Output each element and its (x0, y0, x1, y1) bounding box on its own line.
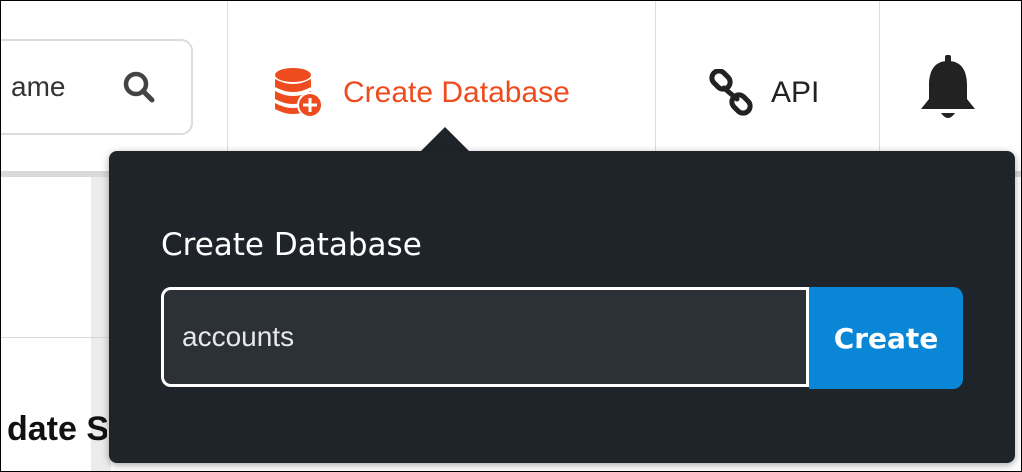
popover-arrow (419, 127, 471, 153)
nav-divider (655, 1, 656, 171)
api-nav-button[interactable]: API (707, 65, 819, 121)
nav-divider (879, 1, 880, 171)
create-database-popover: Create Database Create (109, 151, 1015, 463)
database-plus-icon (275, 68, 323, 118)
app-window: ame Create Database API date S Create Da… (0, 0, 1022, 472)
search-icon[interactable] (121, 69, 157, 105)
create-database-nav-button[interactable]: Create Database (269, 63, 570, 123)
search-input-value[interactable]: ame (11, 69, 65, 105)
link-icon (709, 69, 753, 116)
top-navigation-bar: ame Create Database API (1, 1, 1021, 171)
background-divider (1, 337, 111, 338)
nav-divider (227, 1, 228, 171)
bell-icon[interactable] (917, 53, 979, 125)
database-name-input[interactable] (161, 287, 809, 387)
create-database-nav-label[interactable]: Create Database (343, 76, 570, 110)
popover-title: Create Database (161, 227, 422, 263)
api-nav-label[interactable]: API (771, 76, 819, 110)
create-button[interactable]: Create (809, 287, 963, 389)
search-box[interactable]: ame (1, 39, 193, 135)
background-section-heading: date S (7, 410, 107, 448)
